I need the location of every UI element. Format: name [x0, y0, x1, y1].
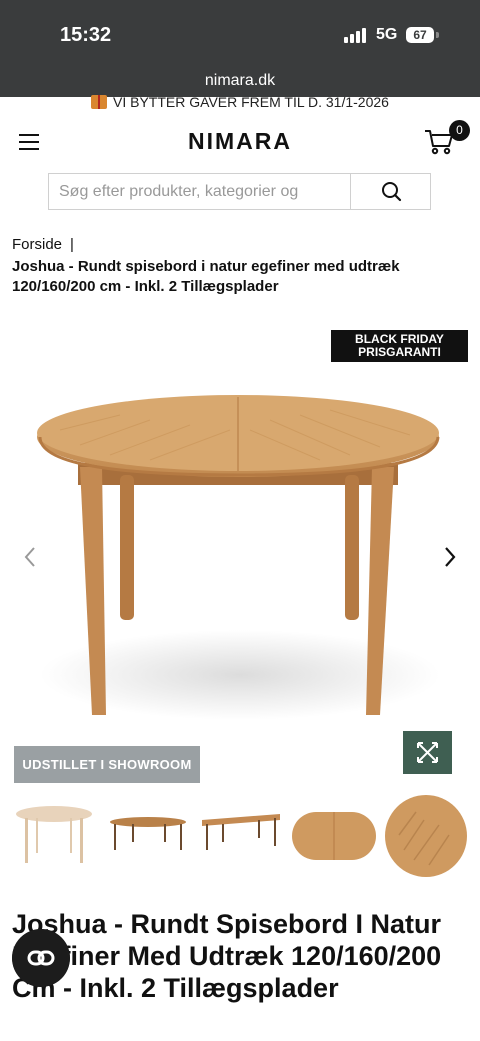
- promo-banner[interactable]: VI BYTTER GAVER FREM TIL D. 31/1-2026: [0, 94, 480, 114]
- site-header: NIMARA 0: [0, 114, 480, 170]
- product-main-image[interactable]: [0, 375, 480, 735]
- thumbnail-3[interactable]: [196, 790, 286, 880]
- battery-icon: 67: [406, 27, 434, 43]
- status-time: 15:32: [60, 24, 112, 46]
- status-bar: 15:32 5G 67: [0, 0, 480, 70]
- breadcrumb-current: Joshua - Rundt spisebord i natur egefine…: [12, 258, 400, 295]
- fullscreen-icon[interactable]: [403, 731, 452, 774]
- battery-tip: [436, 32, 439, 38]
- thumbnail-strip: [0, 790, 480, 885]
- search-icon[interactable]: [352, 174, 431, 209]
- site-logo[interactable]: NIMARA: [0, 128, 480, 155]
- breadcrumb: Forside |: [12, 236, 74, 253]
- promo-text: VI BYTTER GAVER FREM TIL D. 31/1-2026: [113, 94, 389, 110]
- breadcrumb-home[interactable]: Forside: [12, 236, 62, 253]
- thumbnail-2[interactable]: [102, 790, 192, 880]
- breadcrumb-separator: |: [70, 236, 74, 253]
- thumbnail-5[interactable]: [384, 790, 474, 880]
- product-title: Joshua - Rundt Spisebord I Natur Egefine…: [12, 909, 442, 1003]
- network-type: 5G: [376, 26, 398, 43]
- showroom-label: UDSTILLET I SHOWROOM: [14, 746, 200, 783]
- signal-icon: [344, 27, 368, 43]
- chevron-right-icon[interactable]: [440, 545, 460, 569]
- search-input[interactable]: [49, 174, 351, 209]
- search-bar: [48, 173, 431, 210]
- badge-line-2: PRISGARANTI: [358, 345, 441, 359]
- thumbnail-4[interactable]: [290, 790, 380, 880]
- thumbnail-1[interactable]: [8, 790, 98, 880]
- chevron-left-icon[interactable]: [20, 545, 40, 569]
- gift-icon: [91, 95, 108, 109]
- black-friday-badge: BLACK FRIDAY PRISGARANTI: [331, 330, 468, 362]
- cart-count-badge[interactable]: 0: [449, 120, 470, 141]
- url-bar[interactable]: nimara.dk: [0, 70, 480, 97]
- chat-icon[interactable]: [12, 929, 70, 987]
